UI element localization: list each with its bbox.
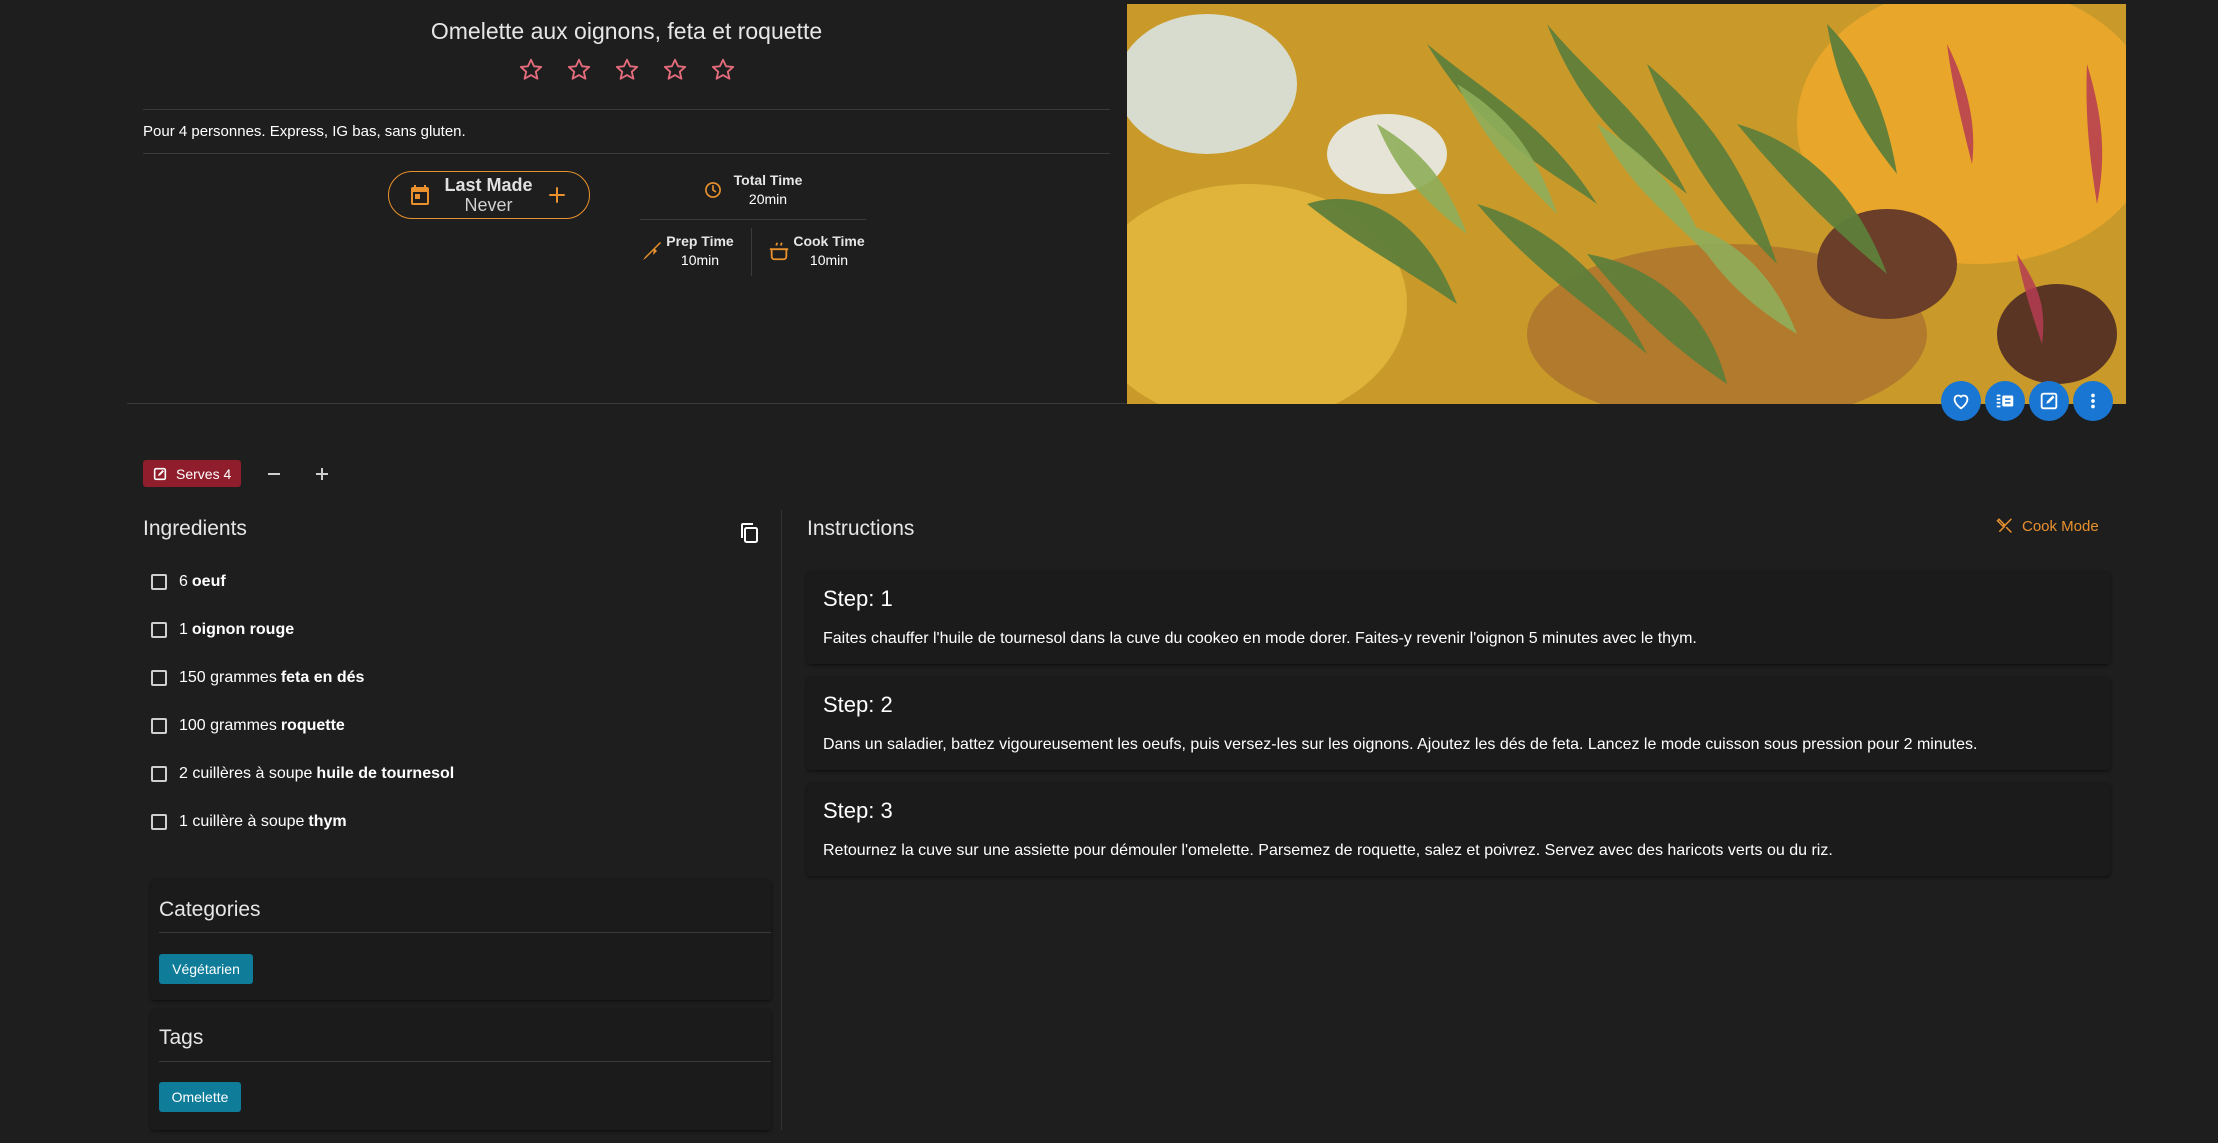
ingredient-item[interactable]: 1 oignon rouge [151, 621, 294, 639]
plus-icon[interactable] [310, 462, 334, 486]
column-divider [781, 510, 782, 1130]
ingredient-qty: 150 grammes [179, 669, 277, 686]
edit-icon [153, 467, 167, 480]
ingredient-checkbox[interactable] [151, 814, 167, 830]
instructions-title: Instructions [807, 517, 915, 540]
ingredient-checkbox[interactable] [151, 670, 167, 686]
knife-icon [643, 242, 661, 260]
step-text: Faites chauffer l'huile de tournesol dan… [823, 630, 1697, 647]
ingredient-name: feta en dés [280, 669, 365, 686]
ingredient-checkbox[interactable] [151, 766, 167, 782]
ingredient-item[interactable]: 1 cuillère à soupe thym [151, 813, 347, 831]
star-icon[interactable] [565, 56, 593, 84]
ingredient-checkbox[interactable] [151, 574, 167, 590]
category-chip[interactable]: Végétarien [159, 954, 253, 984]
star-icon[interactable] [613, 56, 641, 84]
rating-stars[interactable] [143, 56, 1110, 84]
recipe-description: Pour 4 personnes. Express, IG bas, sans … [143, 123, 466, 140]
clock-icon [705, 182, 721, 198]
ingredients-title: Ingredients [143, 517, 247, 540]
ingredient-name: oeuf [191, 573, 226, 590]
divider [143, 109, 1110, 110]
tags-card: Tags Omelette [151, 1010, 771, 1130]
add-to-list-button[interactable] [1985, 381, 2025, 421]
ingredient-qty: 2 cuillères à soupe [179, 765, 313, 782]
ingredient-checkbox[interactable] [151, 622, 167, 638]
step-card[interactable]: Step: 2 Dans un saladier, battez vigoure… [807, 678, 2110, 770]
ingredient-item[interactable]: 150 grammes feta en dés [151, 669, 364, 687]
tag-chip[interactable]: Omelette [159, 1082, 241, 1112]
ingredient-name: huile de tournesol [316, 765, 455, 782]
ingredient-name: thym [308, 813, 347, 830]
serves-label: Serves 4 [176, 465, 232, 482]
playlist-icon [1996, 394, 2014, 408]
ingredient-qty: 6 [179, 573, 188, 590]
star-icon[interactable] [517, 56, 545, 84]
last-made-button[interactable]: Last Made Never [388, 171, 590, 219]
ingredient-item[interactable]: 2 cuillères à soupe huile de tournesol [151, 765, 454, 783]
prep-time: Prep Time 10min [662, 232, 738, 270]
last-made-label: Last Made [444, 175, 533, 195]
prep-time-label: Prep Time [666, 233, 734, 249]
total-time-value: 20min [748, 191, 788, 207]
step-title: Step: 1 [823, 586, 893, 611]
pot-icon [769, 242, 789, 261]
divider [127, 403, 1127, 404]
divider [159, 932, 771, 933]
cook-time-label: Cook Time [793, 233, 865, 249]
step-title: Step: 2 [823, 692, 893, 717]
recipe-image [1127, 4, 2126, 404]
minus-icon[interactable] [262, 462, 286, 486]
ingredient-name: roquette [280, 717, 345, 734]
step-text: Dans un saladier, battez vigoureusement … [823, 736, 1978, 753]
cook-mode-button[interactable]: Cook Mode [1996, 517, 2099, 535]
divider [751, 228, 752, 276]
ingredient-checkbox[interactable] [151, 718, 167, 734]
cook-mode-label: Cook Mode [2022, 517, 2099, 535]
edit-button[interactable] [2029, 381, 2069, 421]
total-time: Total Time 20min [728, 171, 808, 209]
star-icon[interactable] [661, 56, 689, 84]
recipe-title: Omelette aux oignons, feta et roquette [430, 18, 823, 44]
categories-card: Categories Végétarien [151, 880, 771, 1000]
heart-icon [1953, 394, 1969, 410]
ingredient-qty: 100 grammes [179, 717, 277, 734]
more-button[interactable] [2073, 381, 2113, 421]
step-card[interactable]: Step: 3 Retournez la cuve sur une assiet… [807, 784, 2110, 876]
prep-time-value: 10min [680, 252, 720, 268]
step-card[interactable]: Step: 1 Faites chauffer l'huile de tourn… [807, 572, 2110, 664]
copy-icon[interactable] [737, 520, 761, 546]
divider [640, 219, 866, 220]
categories-title: Categories [159, 898, 261, 921]
utensils-icon [1996, 518, 2012, 533]
total-time-label: Total Time [733, 172, 803, 188]
last-made-value: Never [464, 195, 513, 215]
ingredient-item[interactable]: 100 grammes roquette [151, 717, 345, 735]
step-title: Step: 3 [823, 798, 893, 823]
divider [159, 1061, 771, 1062]
tags-title: Tags [159, 1026, 204, 1049]
cook-time-value: 10min [809, 252, 849, 268]
plus-icon[interactable] [545, 183, 569, 207]
calendar-icon [411, 185, 429, 205]
favorite-button[interactable] [1941, 381, 1981, 421]
serves-chip[interactable]: Serves 4 [143, 460, 241, 487]
edit-icon [2040, 392, 2058, 410]
star-icon[interactable] [709, 56, 737, 84]
ingredient-qty: 1 [179, 621, 188, 638]
ingredient-name: oignon rouge [191, 621, 295, 638]
ingredient-item[interactable]: 6 oeuf [151, 573, 226, 591]
step-text: Retournez la cuve sur une assiette pour … [823, 842, 1833, 859]
more-vert-icon [2091, 393, 2095, 409]
divider [143, 153, 1110, 154]
cook-time: Cook Time 10min [789, 232, 869, 270]
ingredient-qty: 1 cuillère à soupe [179, 813, 305, 830]
